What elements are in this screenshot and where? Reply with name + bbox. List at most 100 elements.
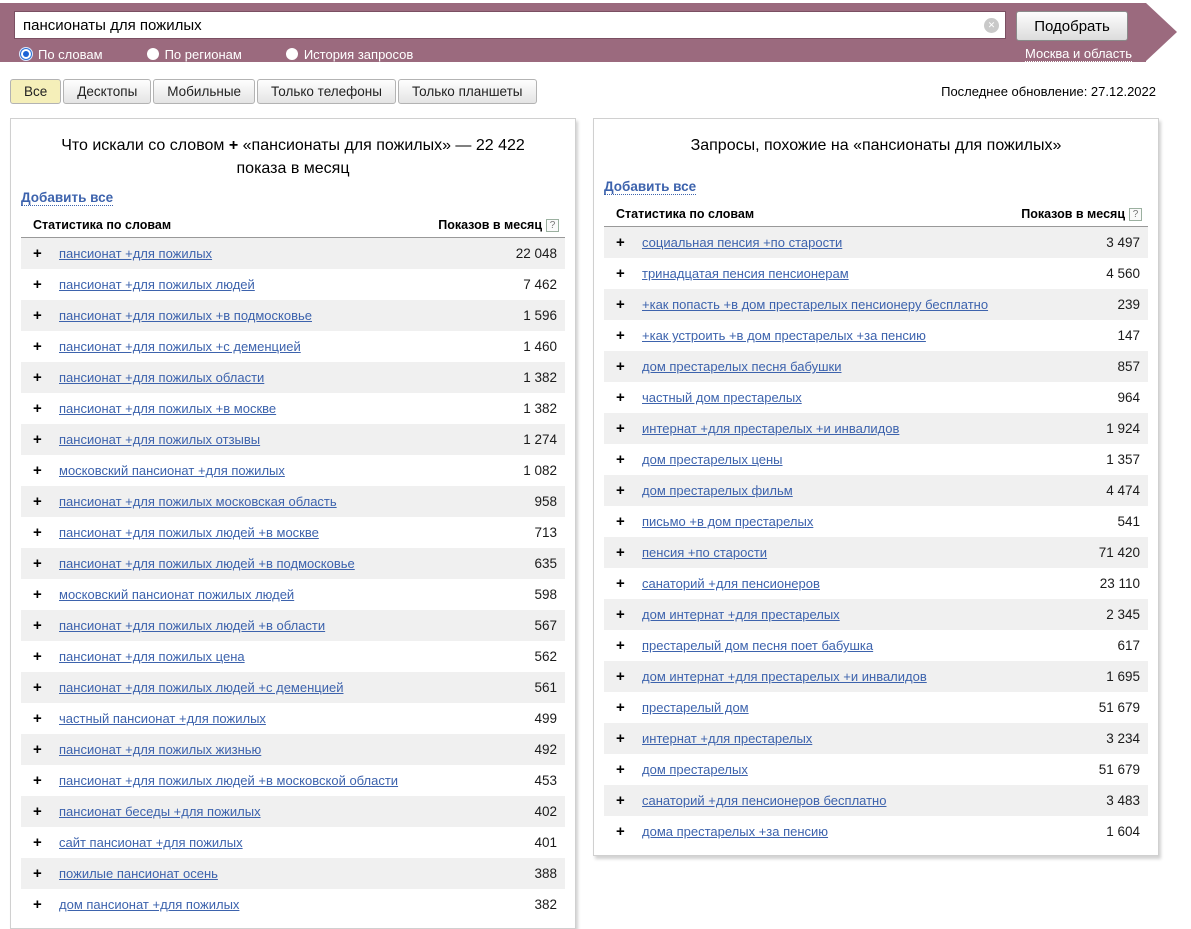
keyword-link[interactable]: московский пансионат пожилых людей: [59, 587, 294, 602]
add-keyword-button[interactable]: +: [616, 296, 642, 313]
add-keyword-button[interactable]: +: [33, 493, 59, 510]
submit-button[interactable]: Подобрать: [1016, 11, 1128, 41]
keyword-link[interactable]: пансионат +для пожилых +в москве: [59, 401, 276, 416]
keyword-link[interactable]: +как попасть +в дом престарелых пенсионе…: [642, 297, 988, 312]
device-tab[interactable]: Мобильные: [153, 79, 256, 104]
add-keyword-button[interactable]: +: [616, 420, 642, 437]
keyword-link[interactable]: санаторий +для пенсионеров бесплатно: [642, 793, 886, 808]
keyword-link[interactable]: пансионат +для пожилых цена: [59, 649, 245, 664]
add-keyword-button[interactable]: +: [33, 307, 59, 324]
device-tab[interactable]: Все: [10, 79, 62, 104]
keyword-link[interactable]: дом интернат +для престарелых +и инвалид…: [642, 669, 927, 684]
keyword-link[interactable]: московский пансионат +для пожилых: [59, 463, 285, 478]
add-keyword-button[interactable]: +: [616, 327, 642, 344]
add-keyword-button[interactable]: +: [33, 648, 59, 665]
add-keyword-button[interactable]: +: [33, 834, 59, 851]
device-tab[interactable]: Только планшеты: [397, 79, 537, 104]
keyword-link[interactable]: интернат +для престарелых +и инвалидов: [642, 421, 899, 436]
add-keyword-button[interactable]: +: [616, 389, 642, 406]
device-tab[interactable]: Десктопы: [63, 79, 152, 104]
keyword-link[interactable]: санаторий +для пенсионеров: [642, 576, 820, 591]
keyword-link[interactable]: пансионат +для пожилых людей +в подмоско…: [59, 556, 355, 571]
keyword-link[interactable]: пансионат +для пожилых области: [59, 370, 264, 385]
add-all-link[interactable]: Добавить все: [21, 190, 114, 207]
add-keyword-button[interactable]: +: [616, 668, 642, 685]
add-keyword-button[interactable]: +: [616, 575, 642, 592]
keyword-link[interactable]: пансионат беседы +для пожилых: [59, 804, 261, 819]
keyword-link[interactable]: дом престарелых цены: [642, 452, 783, 467]
keyword-link[interactable]: сайт пансионат +для пожилых: [59, 835, 243, 850]
device-tab[interactable]: Только телефоны: [257, 79, 396, 104]
keyword-link[interactable]: социальная пенсия +по старости: [642, 235, 842, 250]
region-link[interactable]: Москва и область: [1024, 46, 1132, 62]
keyword-link[interactable]: интернат +для престарелых: [642, 731, 812, 746]
clear-icon[interactable]: ✕: [984, 18, 999, 33]
add-keyword-button[interactable]: +: [33, 679, 59, 696]
keyword-link[interactable]: частный пансионат +для пожилых: [59, 711, 266, 726]
add-keyword-button[interactable]: +: [33, 245, 59, 262]
keyword-link[interactable]: дом престарелых фильм: [642, 483, 793, 498]
add-keyword-button[interactable]: +: [616, 234, 642, 251]
keyword-link[interactable]: пансионат +для пожилых людей +в московск…: [59, 773, 398, 788]
keyword-link[interactable]: пансионат +для пожилых людей: [59, 277, 255, 292]
add-keyword-button[interactable]: +: [33, 772, 59, 789]
add-keyword-button[interactable]: +: [616, 482, 642, 499]
add-keyword-button[interactable]: +: [33, 617, 59, 634]
add-keyword-button[interactable]: +: [33, 555, 59, 572]
add-keyword-button[interactable]: +: [616, 451, 642, 468]
add-keyword-button[interactable]: +: [33, 586, 59, 603]
radio-option[interactable]: По словам: [20, 47, 103, 62]
add-keyword-button[interactable]: +: [33, 803, 59, 820]
add-keyword-button[interactable]: +: [616, 544, 642, 561]
add-keyword-button[interactable]: +: [33, 741, 59, 758]
help-icon[interactable]: ?: [546, 218, 559, 232]
add-keyword-button[interactable]: +: [616, 792, 642, 809]
add-keyword-button[interactable]: +: [616, 730, 642, 747]
keyword-link[interactable]: пансионат +для пожилых людей +в москве: [59, 525, 319, 540]
keyword-link[interactable]: пансионат +для пожилых московская област…: [59, 494, 337, 509]
keyword-link[interactable]: дом интернат +для престарелых: [642, 607, 840, 622]
keyword-link[interactable]: тринадцатая пенсия пенсионерам: [642, 266, 849, 281]
keyword-link[interactable]: престарелый дом: [642, 700, 749, 715]
keyword-link[interactable]: дом престарелых песня бабушки: [642, 359, 842, 374]
add-all-link[interactable]: Добавить все: [604, 179, 697, 195]
radio-option[interactable]: История запросов: [285, 47, 413, 62]
keyword-link[interactable]: пансионат +для пожилых людей +в области: [59, 618, 325, 633]
add-keyword-button[interactable]: +: [33, 431, 59, 448]
keyword-link[interactable]: пансионат +для пожилых жизнью: [59, 742, 261, 757]
keyword-link[interactable]: дом престарелых: [642, 762, 748, 777]
add-keyword-button[interactable]: +: [33, 369, 59, 386]
add-keyword-button[interactable]: +: [33, 710, 59, 727]
add-keyword-button[interactable]: +: [33, 276, 59, 293]
keyword-link[interactable]: престарелый дом песня поет бабушка: [642, 638, 873, 653]
help-icon[interactable]: ?: [1129, 207, 1142, 221]
add-keyword-button[interactable]: +: [33, 338, 59, 355]
keyword-link[interactable]: пансионат +для пожилых: [59, 246, 212, 261]
add-keyword-button[interactable]: +: [616, 699, 642, 716]
keyword-link[interactable]: +как устроить +в дом престарелых +за пен…: [642, 328, 926, 343]
add-keyword-button[interactable]: +: [33, 400, 59, 417]
keyword-link[interactable]: письмо +в дом престарелых: [642, 514, 813, 529]
add-keyword-button[interactable]: +: [616, 823, 642, 840]
keyword-link[interactable]: пансионат +для пожилых отзывы: [59, 432, 260, 447]
add-keyword-button[interactable]: +: [616, 606, 642, 623]
keyword-link[interactable]: пансионат +для пожилых людей +с деменцие…: [59, 680, 343, 695]
search-input[interactable]: [14, 11, 1006, 39]
add-keyword-button[interactable]: +: [33, 462, 59, 479]
keyword-link[interactable]: пансионат +для пожилых +в подмосковье: [59, 308, 312, 323]
add-keyword-button[interactable]: +: [616, 358, 642, 375]
add-keyword-button[interactable]: +: [616, 513, 642, 530]
add-keyword-button[interactable]: +: [33, 896, 59, 913]
add-keyword-button[interactable]: +: [616, 637, 642, 654]
keyword-link[interactable]: дома престарелых +за пенсию: [642, 824, 828, 839]
add-keyword-button[interactable]: +: [33, 524, 59, 541]
add-keyword-button[interactable]: +: [616, 761, 642, 778]
keyword-link[interactable]: пансионат +для пожилых +с деменцией: [59, 339, 301, 354]
keyword-link[interactable]: частный дом престарелых: [642, 390, 802, 405]
keyword-link[interactable]: пожилые пансионат осень: [59, 866, 218, 881]
add-keyword-button[interactable]: +: [33, 865, 59, 882]
add-keyword-button[interactable]: +: [616, 265, 642, 282]
keyword-link[interactable]: пенсия +по старости: [642, 545, 767, 560]
table-row: + дома престарелых +за пенсию 1 604: [604, 816, 1148, 847]
radio-option[interactable]: По регионам: [146, 47, 242, 62]
